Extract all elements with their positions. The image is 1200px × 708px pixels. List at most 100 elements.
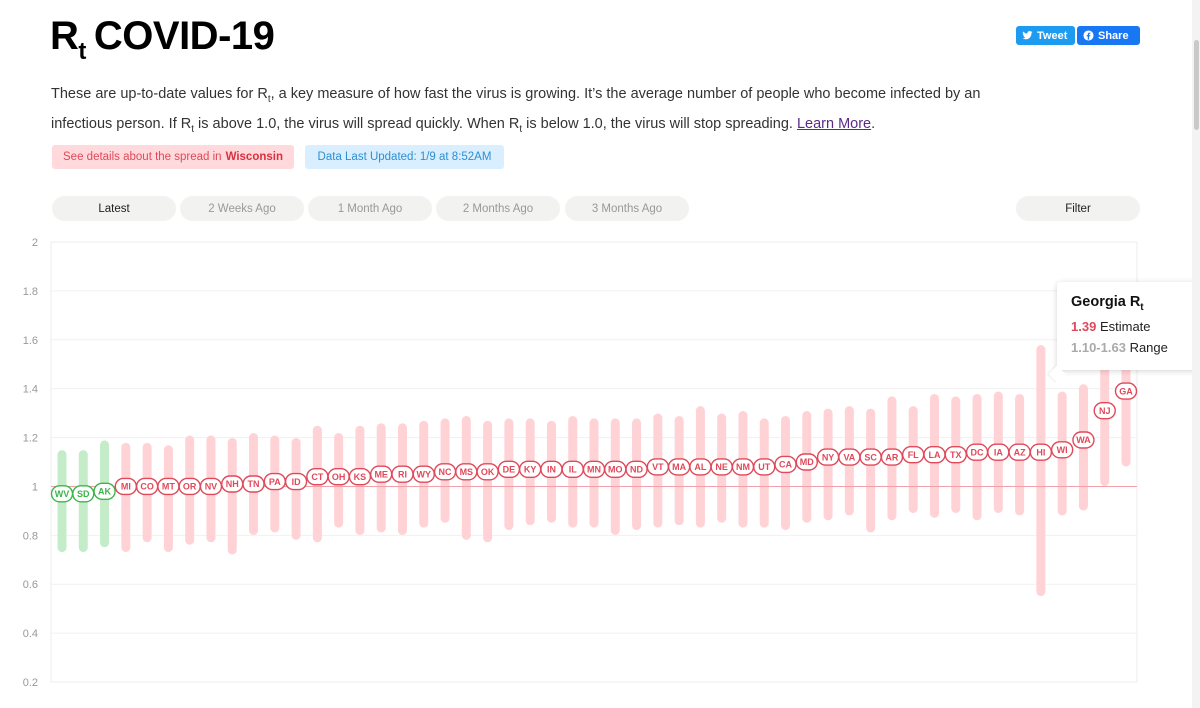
state-label: LA <box>928 450 940 460</box>
state-marker-me[interactable]: ME <box>370 465 393 483</box>
state-marker-mn[interactable]: MN <box>582 460 606 479</box>
state-marker-ar[interactable]: AR <box>880 448 904 466</box>
state-marker-dc[interactable]: DC <box>965 443 989 461</box>
tooltip-title: Georgia Rt <box>1071 294 1144 313</box>
state-marker-nc[interactable]: NC <box>433 463 457 481</box>
y-tick-label: 0.2 <box>23 677 38 689</box>
tab-3-months-ago[interactable]: 3 Months Ago <box>565 196 689 221</box>
tweet-button[interactable]: Tweet <box>1016 26 1076 45</box>
share-label: Share <box>1098 29 1129 42</box>
state-marker-vt[interactable]: VT <box>646 458 670 476</box>
state-marker-ok[interactable]: OK <box>476 463 499 481</box>
state-marker-ut[interactable]: UT <box>753 458 776 476</box>
state-label: WI <box>1057 445 1068 455</box>
state-label: OH <box>332 472 346 482</box>
state-label: HI <box>1036 447 1045 457</box>
state-marker-ia[interactable]: IA <box>987 443 1010 461</box>
state-marker-mi[interactable]: MI <box>114 477 138 496</box>
state-label: RI <box>398 469 407 479</box>
state-marker-ma[interactable]: MA <box>667 458 691 476</box>
state-details-link[interactable]: See details about the spread in Wisconsi… <box>52 145 294 169</box>
state-marker-pa[interactable]: PA <box>263 472 286 491</box>
state-label: MN <box>587 465 601 475</box>
state-marker-mo[interactable]: MO <box>604 460 627 479</box>
state-label: NH <box>226 479 239 489</box>
state-marker-id[interactable]: ID <box>284 472 308 491</box>
state-marker-de[interactable]: DE <box>497 460 521 479</box>
state-marker-ny[interactable]: NY <box>816 448 840 466</box>
state-marker-ms[interactable]: MS <box>455 463 478 481</box>
twitter-icon <box>1022 31 1033 40</box>
state-marker-nv[interactable]: NV <box>199 477 223 496</box>
state-marker-wa[interactable]: WA <box>1072 431 1095 449</box>
state-label: CA <box>779 460 792 470</box>
state-label: KS <box>354 472 367 482</box>
state-marker-wi[interactable]: WI <box>1050 441 1074 459</box>
state-marker-or[interactable]: OR <box>178 477 201 496</box>
state-marker-mt[interactable]: MT <box>157 477 180 496</box>
state-marker-ga[interactable]: GA <box>1114 382 1138 400</box>
state-marker-fl[interactable]: FL <box>902 445 925 464</box>
state-marker-hi[interactable]: HI <box>1029 443 1053 461</box>
state-label: GA <box>1119 386 1133 396</box>
state-label: UT <box>758 462 770 472</box>
scrollbar-thumb[interactable] <box>1194 40 1199 130</box>
state-marker-nh[interactable]: NH <box>221 475 244 493</box>
state-label: MS <box>460 467 474 477</box>
state-marker-tn[interactable]: TN <box>242 475 265 493</box>
y-tick-label: 1 <box>32 481 38 493</box>
state-marker-nm[interactable]: NM <box>731 458 755 476</box>
tab-2-weeks-ago[interactable]: 2 Weeks Ago <box>180 196 304 221</box>
state-marker-sd[interactable]: SD <box>72 485 95 503</box>
state-marker-tx[interactable]: TX <box>944 445 967 464</box>
state-marker-va[interactable]: VA <box>838 448 861 466</box>
y-tick-label: 0.8 <box>23 530 38 542</box>
state-marker-il[interactable]: IL <box>561 460 584 479</box>
state-marker-la[interactable]: LA <box>923 445 946 464</box>
state-label: CT <box>311 472 323 482</box>
state-marker-co[interactable]: CO <box>135 477 159 496</box>
facebook-share-button[interactable]: Share <box>1077 26 1140 45</box>
y-tick-label: 1.6 <box>23 335 38 347</box>
state-label: ID <box>292 477 302 487</box>
state-label: NE <box>715 462 728 472</box>
state-marker-wy[interactable]: WY <box>412 465 435 483</box>
tab-1-month-ago[interactable]: 1 Month Ago <box>308 196 432 221</box>
state-label: NC <box>439 467 452 477</box>
state-marker-ak[interactable]: AK <box>93 482 116 501</box>
state-marker-az[interactable]: AZ <box>1008 443 1031 461</box>
state-marker-al[interactable]: AL <box>689 458 712 476</box>
filter-button[interactable]: Filter <box>1016 196 1140 221</box>
state-marker-ri[interactable]: RI <box>391 465 414 483</box>
state-marker-nj[interactable]: NJ <box>1093 401 1116 420</box>
state-marker-wv[interactable]: WV <box>50 485 74 503</box>
state-label: OK <box>481 467 495 477</box>
state-marker-ct[interactable]: CT <box>306 467 329 486</box>
state-marker-ne[interactable]: NE <box>710 458 733 476</box>
state-marker-md[interactable]: MD <box>795 453 818 471</box>
tab-latest[interactable]: Latest <box>52 196 176 221</box>
state-marker-ky[interactable]: KY <box>518 460 542 479</box>
rt-chart: 2 1.8 1.6 1.4 1.2 1 0.8 0.6 0.4 0.2 WV SD AK MI CO MT O… <box>23 237 1138 689</box>
tooltip-range: 1.10-1.63 Range <box>1071 339 1168 355</box>
state-label: WV <box>55 489 70 499</box>
page-scrollbar[interactable] <box>1192 0 1200 708</box>
state-label: NM <box>736 462 750 472</box>
state-label: NY <box>822 452 835 462</box>
learn-more-link[interactable]: Learn More <box>797 116 871 132</box>
state-tooltip: Georgia Rt 1.39 Estimate 1.10-1.63 Range <box>1048 282 1200 383</box>
state-marker-in[interactable]: IN <box>540 460 563 479</box>
state-label: DE <box>503 465 516 475</box>
state-marker-nd[interactable]: ND <box>625 460 648 479</box>
tab-2-months-ago[interactable]: 2 Months Ago <box>436 196 560 221</box>
state-marker-ca[interactable]: CA <box>774 455 797 474</box>
state-label: AZ <box>1014 447 1026 457</box>
state-label: ND <box>630 465 643 475</box>
state-marker-sc[interactable]: SC <box>859 448 882 466</box>
state-marker-oh[interactable]: OH <box>327 467 350 486</box>
state-label: AK <box>98 487 111 497</box>
state-label: IA <box>994 447 1004 457</box>
state-marker-ks[interactable]: KS <box>348 467 372 486</box>
y-tick-label: 1.8 <box>23 286 38 298</box>
y-tick-label: 2 <box>32 237 38 249</box>
